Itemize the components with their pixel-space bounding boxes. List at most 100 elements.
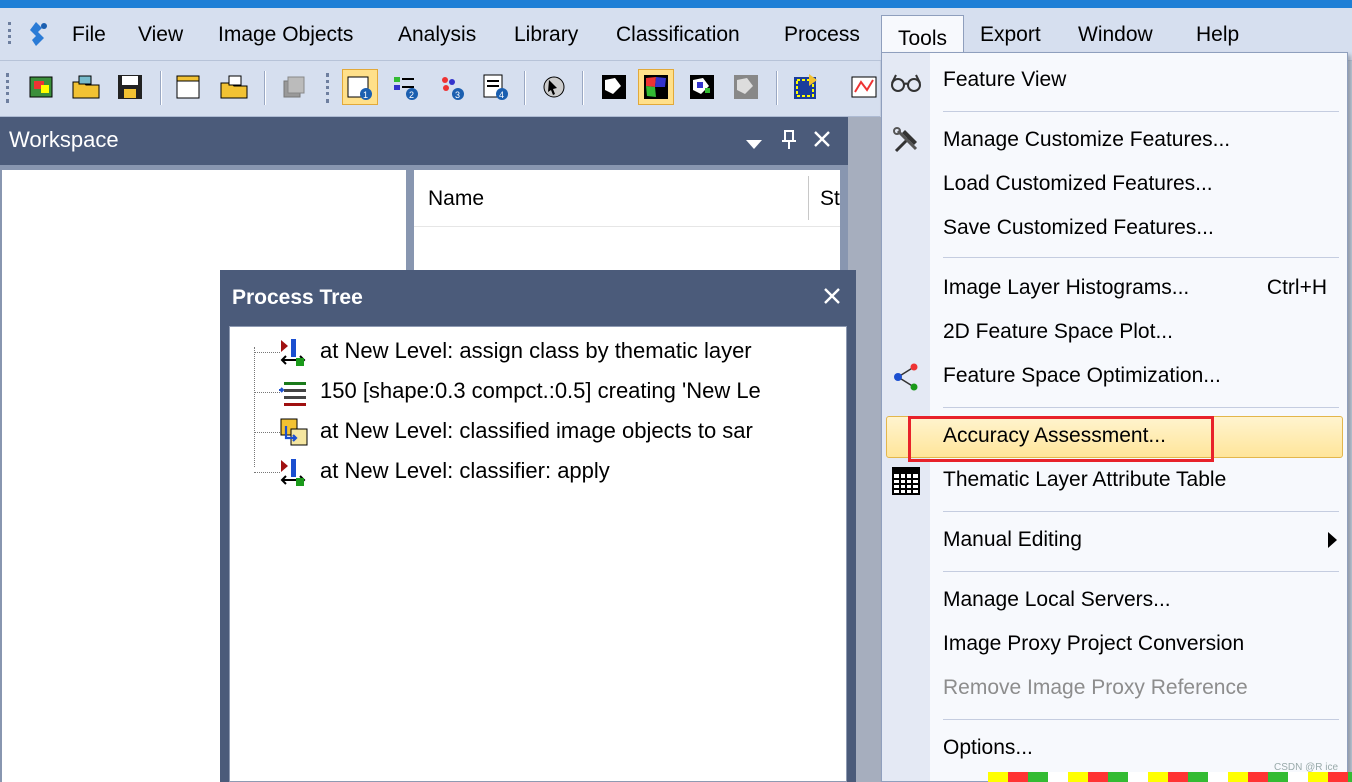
column-header-status[interactable]: St xyxy=(820,187,840,211)
menu-item-manage-local-servers[interactable]: Manage Local Servers... xyxy=(882,579,1347,623)
view-2-icon[interactable]: 2 xyxy=(388,69,424,105)
image-layer-mixing-icon[interactable] xyxy=(788,69,824,105)
process-tree-row[interactable]: at New Level: classifier: apply xyxy=(254,452,854,492)
open-project-icon[interactable] xyxy=(216,69,252,105)
submenu-arrow-icon xyxy=(1328,532,1337,548)
svg-text:2: 2 xyxy=(409,90,414,100)
view-layer-icon[interactable] xyxy=(596,69,632,105)
cursor-pick-icon[interactable] xyxy=(536,69,572,105)
app-logo-icon[interactable] xyxy=(22,18,54,50)
tree-connector xyxy=(254,392,280,393)
toolbar-grip[interactable] xyxy=(326,73,332,103)
menu-separator xyxy=(943,257,1339,258)
toolbar-separator xyxy=(582,71,584,105)
open-folder-icon[interactable] xyxy=(68,69,104,105)
menu-analysis[interactable]: Analysis xyxy=(396,18,478,52)
view-classification-icon[interactable] xyxy=(638,69,674,105)
menu-item-label: Feature View xyxy=(943,68,1067,91)
menubar-grip[interactable] xyxy=(8,22,15,44)
menu-window[interactable]: Window xyxy=(1076,18,1155,52)
status-color-strip xyxy=(988,772,1352,782)
menu-item-label: Image Layer Histograms... xyxy=(943,276,1190,299)
new-project-icon[interactable] xyxy=(170,69,206,105)
menu-item-feature-view[interactable]: Feature View xyxy=(882,59,1347,103)
view-4-icon[interactable]: 4 xyxy=(478,69,514,105)
menu-item-image-layer-histograms[interactable]: Image Layer Histograms... Ctrl+H xyxy=(882,267,1347,311)
menu-item-label: Image Proxy Project Conversion xyxy=(943,632,1245,655)
process-tree-row-text: at New Level: assign class by thematic l… xyxy=(320,338,752,363)
menu-library[interactable]: Library xyxy=(512,18,580,52)
menu-item-label: Manage Local Servers... xyxy=(943,588,1171,611)
process-blue-arrow-icon xyxy=(280,459,306,486)
menu-item-manage-customize-features[interactable]: Manage Customize Features... xyxy=(882,119,1347,163)
svg-text:3: 3 xyxy=(455,90,460,100)
menu-item-thematic-layer-attribute-table[interactable]: Thematic Layer Attribute Table xyxy=(882,459,1347,503)
menu-view[interactable]: View xyxy=(136,18,185,52)
menu-item-manual-editing[interactable]: Manual Editing xyxy=(882,519,1347,563)
view-3-icon[interactable]: 3 xyxy=(434,69,470,105)
menu-help[interactable]: Help xyxy=(1194,18,1241,52)
toolbar-separator xyxy=(264,71,266,105)
watermark: CSDN @R ice xyxy=(1274,762,1339,773)
column-divider[interactable] xyxy=(808,176,809,220)
close-icon[interactable] xyxy=(812,129,832,155)
column-header-name[interactable]: Name xyxy=(428,187,484,211)
menu-item-label: Thematic Layer Attribute Table xyxy=(943,468,1227,491)
title-bar-strip xyxy=(0,0,1352,8)
menu-file[interactable]: File xyxy=(70,18,108,52)
toolbar-separator xyxy=(160,71,162,105)
menu-item-label: Save Customized Features... xyxy=(943,216,1214,239)
edit-image-icon[interactable] xyxy=(846,69,882,105)
process-tree-row[interactable]: at New Level: classified image objects t… xyxy=(254,412,854,452)
menu-item-feature-space-optimization[interactable]: Feature Space Optimization... xyxy=(882,355,1347,399)
process-tree-row-text: at New Level: classified image objects t… xyxy=(320,418,753,443)
process-tree-row-text: at New Level: classifier: apply xyxy=(320,458,610,483)
menu-item-save-customized-features[interactable]: Save Customized Features... xyxy=(882,207,1347,251)
menu-separator xyxy=(943,571,1339,572)
view-polygons-icon[interactable] xyxy=(728,69,764,105)
menu-export[interactable]: Export xyxy=(978,18,1043,52)
menu-separator xyxy=(943,511,1339,512)
segmentation-icon xyxy=(279,382,306,406)
workspace-title: Workspace xyxy=(9,127,119,152)
menu-item-label: Options... xyxy=(943,736,1033,759)
menu-item-2d-feature-space-plot[interactable]: 2D Feature Space Plot... xyxy=(882,311,1347,355)
dropdown-arrow-icon[interactable] xyxy=(744,131,764,157)
tools-hammer-icon xyxy=(893,127,918,153)
process-tree-body[interactable]: at New Level: assign class by thematic l… xyxy=(229,326,847,782)
menu-item-label: Manual Editing xyxy=(943,528,1082,551)
menu-item-remove-image-proxy-reference: Remove Image Proxy Reference xyxy=(882,667,1347,711)
toolbar-separator xyxy=(776,71,778,105)
annotation-red-box xyxy=(908,416,1214,462)
process-tree-row-text: 150 [shape:0.3 compct.:0.5] creating 'Ne… xyxy=(320,378,761,403)
table-grid-icon xyxy=(892,467,920,495)
feature-optimization-icon xyxy=(894,363,918,391)
glasses-icon xyxy=(891,74,921,92)
menu-item-load-customized-features[interactable]: Load Customized Features... xyxy=(882,163,1347,207)
menu-item-image-proxy-project-conversion[interactable]: Image Proxy Project Conversion xyxy=(882,623,1347,667)
view-samples-icon[interactable] xyxy=(684,69,720,105)
menu-process[interactable]: Process xyxy=(782,18,862,52)
view-1-icon[interactable]: 1 xyxy=(342,69,378,105)
layers-disabled-icon[interactable] xyxy=(276,69,312,105)
workspace-header: Workspace xyxy=(0,117,848,165)
process-tree-row[interactable]: 150 [shape:0.3 compct.:0.5] creating 'Ne… xyxy=(254,372,854,412)
save-icon[interactable] xyxy=(112,69,148,105)
pin-icon[interactable] xyxy=(780,129,798,157)
menu-classification[interactable]: Classification xyxy=(614,18,742,52)
process-tree-title: Process Tree xyxy=(232,286,363,309)
export-objects-icon xyxy=(280,418,308,446)
menu-separator xyxy=(943,719,1339,720)
menu-item-label: Manage Customize Features... xyxy=(943,128,1231,151)
open-image-icon[interactable] xyxy=(24,69,60,105)
close-icon[interactable] xyxy=(822,286,842,312)
menu-image-objects[interactable]: Image Objects xyxy=(216,18,355,52)
toolbar-grip[interactable] xyxy=(6,73,12,103)
process-tree-row[interactable]: at New Level: assign class by thematic l… xyxy=(254,332,854,372)
toolbar-separator xyxy=(524,71,526,105)
toolbar: 1 2 3 4 xyxy=(0,61,880,117)
tree-connector xyxy=(254,352,280,353)
tree-connector xyxy=(254,432,280,433)
menu-item-shortcut: Ctrl+H xyxy=(1266,276,1327,299)
process-blue-arrow-icon xyxy=(280,339,306,366)
